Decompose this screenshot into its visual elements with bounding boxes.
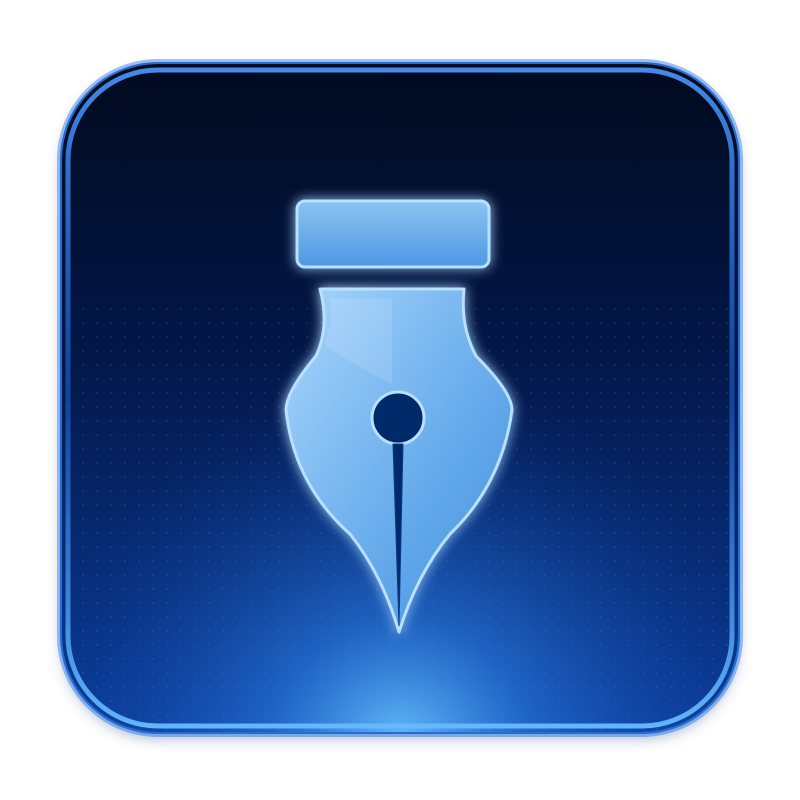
nib-breather-hole xyxy=(370,390,426,446)
canvas xyxy=(0,0,800,800)
app-icon-tile[interactable] xyxy=(62,64,738,732)
nib-cap xyxy=(295,199,491,269)
icon-artwork xyxy=(62,64,738,732)
